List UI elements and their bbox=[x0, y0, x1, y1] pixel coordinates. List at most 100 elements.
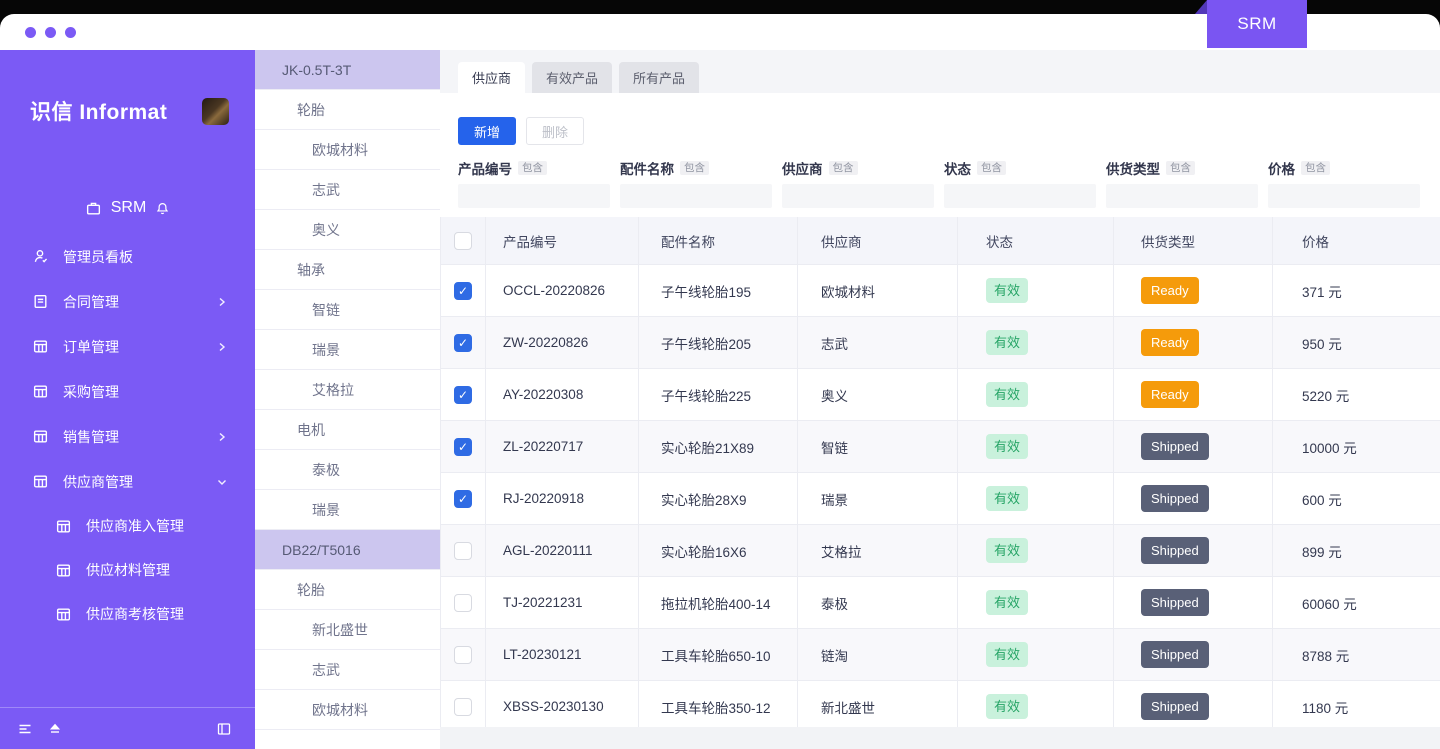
tree-item[interactable]: 欧城材料 bbox=[255, 130, 440, 170]
table-row[interactable]: TJ-20221231 拖拉机轮胎400-14 泰极 有效 Shipped 60… bbox=[441, 577, 1440, 629]
product-code-filter-input[interactable] bbox=[458, 184, 610, 208]
content-panel: 新增 删除 产品编号 包含 配件名称 包含 供应商 包含 状态 包含 供货类型 … bbox=[440, 93, 1440, 733]
tree-item[interactable]: 志武 bbox=[255, 650, 440, 690]
tree-item[interactable]: 瑞景 bbox=[255, 330, 440, 370]
tab-valid-products[interactable]: 有效产品 bbox=[532, 62, 613, 93]
row-checkbox[interactable]: ✓ bbox=[454, 437, 472, 456]
tree-item[interactable]: 新北盛世 bbox=[255, 610, 440, 650]
row-checkbox[interactable]: ✓ bbox=[454, 385, 472, 404]
sidebar-item-order-mgmt[interactable]: 订单管理 bbox=[0, 324, 255, 369]
window-dot-icon[interactable] bbox=[65, 27, 76, 38]
bell-icon[interactable] bbox=[155, 201, 170, 216]
product-code-cell: RJ-20220918 bbox=[486, 473, 639, 525]
filter-product-code: 产品编号 包含 bbox=[458, 159, 610, 208]
price-cell: 10000 元 bbox=[1273, 421, 1440, 473]
status-badge: 有效 bbox=[986, 486, 1029, 511]
table-row[interactable]: LT-20230121 工具车轮胎650-10 链淘 有效 Shipped 87… bbox=[441, 629, 1440, 681]
filter-supply-type: 供货类型 包含 bbox=[1106, 159, 1258, 208]
sidebar-item-purchase-mgmt[interactable]: 采购管理 bbox=[0, 369, 255, 414]
column-header: 配件名称 bbox=[639, 217, 798, 265]
window-dot-icon[interactable] bbox=[25, 27, 36, 38]
sidebar-item-sales-mgmt[interactable]: 销售管理 bbox=[0, 414, 255, 459]
row-checkbox[interactable] bbox=[454, 645, 472, 664]
product-code-cell: LT-20230121 bbox=[486, 629, 639, 681]
row-checkbox[interactable]: ✓ bbox=[454, 281, 472, 300]
filter-label: 产品编号 bbox=[458, 161, 512, 177]
tree-item[interactable]: DB22/T5016 bbox=[255, 530, 440, 570]
supplier-cell: 奥义 bbox=[798, 369, 958, 421]
tree-item[interactable]: 志武 bbox=[255, 170, 440, 210]
sidebar-item-supply-material-mgmt[interactable]: 供应材料管理 bbox=[0, 548, 255, 592]
supplier-cell: 欧城材料 bbox=[798, 265, 958, 317]
sidebar-footer bbox=[0, 707, 255, 749]
row-checkbox[interactable]: ✓ bbox=[454, 333, 472, 352]
window-dot-icon[interactable] bbox=[45, 27, 56, 38]
table-row[interactable]: ✓ RJ-20220918 实心轮胎28X9 瑞景 有效 Shipped 600… bbox=[441, 473, 1440, 525]
sidebar-item-contract-mgmt[interactable]: 合同管理 bbox=[0, 279, 255, 324]
tree-item[interactable]: 轴承 bbox=[255, 250, 440, 290]
menu-lines-icon[interactable] bbox=[17, 721, 33, 737]
sidebar-item-supplier-access-mgmt[interactable]: 供应商准入管理 bbox=[0, 504, 255, 548]
filter-row: 产品编号 包含 配件名称 包含 供应商 包含 状态 包含 供货类型 包含 价格 … bbox=[440, 145, 1440, 208]
table-row[interactable]: XBSS-20230130 工具车轮胎350-12 新北盛世 有效 Shippe… bbox=[441, 681, 1440, 733]
supply-type-filter-input[interactable] bbox=[1106, 184, 1258, 208]
sidebar-item-admin-board[interactable]: 管理员看板 bbox=[0, 234, 255, 279]
app-logo: 识信 Informat bbox=[30, 101, 168, 124]
tree-item[interactable]: 电机 bbox=[255, 410, 440, 450]
table-grid-icon bbox=[55, 562, 72, 579]
tab-all-products[interactable]: 所有产品 bbox=[619, 62, 700, 93]
sidebar-item-supplier-mgmt[interactable]: 供应商管理 bbox=[0, 459, 255, 504]
tree-item[interactable]: 轮胎 bbox=[255, 90, 440, 130]
eject-icon[interactable] bbox=[47, 721, 63, 737]
tree-item[interactable]: 奥义 bbox=[255, 210, 440, 250]
tree-item[interactable]: 欧城材料 bbox=[255, 690, 440, 730]
price-cell: 950 元 bbox=[1273, 317, 1440, 369]
category-tree: JK-0.5T-3T 轮胎 欧城材料 志武 奥义 轴承 智链 瑞景 艾格拉 电机… bbox=[255, 50, 440, 749]
table-row[interactable]: ✓ ZW-20220826 子午线轮胎205 志武 有效 Ready 950 元 bbox=[441, 317, 1440, 369]
price-cell: 899 元 bbox=[1273, 525, 1440, 577]
tree-item[interactable]: 泰极 bbox=[255, 450, 440, 490]
sidebar-item-label: 合同管理 bbox=[63, 293, 119, 310]
tree-item[interactable]: 轮胎 bbox=[255, 570, 440, 610]
status-filter-input[interactable] bbox=[944, 184, 1096, 208]
product-code-cell: OCCL-20220826 bbox=[486, 265, 639, 317]
sidebar-item-supplier-assessment-mgmt[interactable]: 供应商考核管理 bbox=[0, 592, 255, 636]
row-checkbox[interactable] bbox=[454, 541, 472, 560]
filter-op-chip: 包含 bbox=[828, 160, 858, 175]
tree-item[interactable]: 艾格拉 bbox=[255, 370, 440, 410]
supplier-filter-input[interactable] bbox=[782, 184, 934, 208]
part-name-cell: 子午线轮胎225 bbox=[639, 369, 798, 421]
supplier-cell: 泰极 bbox=[798, 577, 958, 629]
tree-item[interactable]: JK-0.5T-3T bbox=[255, 50, 440, 90]
supplier-cell: 志武 bbox=[798, 317, 958, 369]
supply-type-badge: Ready bbox=[1141, 329, 1199, 356]
supply-type-badge: Ready bbox=[1141, 277, 1199, 304]
tree-item[interactable]: 智链 bbox=[255, 290, 440, 330]
filter-op-chip: 包含 bbox=[1166, 160, 1195, 175]
part-name-filter-input[interactable] bbox=[620, 184, 772, 208]
tree-item[interactable]: 瑞景 bbox=[255, 490, 440, 530]
product-code-cell: TJ-20221231 bbox=[486, 577, 639, 629]
row-checkbox[interactable]: ✓ bbox=[454, 489, 472, 508]
table-row[interactable]: ✓ ZL-20220717 实心轮胎21X89 智链 有效 Shipped 10… bbox=[441, 421, 1440, 473]
filter-op-chip: 包含 bbox=[1301, 160, 1330, 175]
table-row[interactable]: AGL-20220111 实心轮胎16X6 艾格拉 有效 Shipped 899… bbox=[441, 525, 1440, 577]
delete-button[interactable]: 删除 bbox=[526, 117, 585, 145]
part-name-cell: 工具车轮胎650-10 bbox=[639, 629, 798, 681]
tab-supplier[interactable]: 供应商 bbox=[458, 62, 526, 93]
add-button[interactable]: 新增 bbox=[458, 117, 517, 145]
supplier-submenu: 供应商准入管理 供应材料管理 供应商考核管理 bbox=[0, 504, 255, 636]
sidebar-menu: 管理员看板 合同管理 订单管理 采购管理 销售管理 供应商管理 供应商准入管理 … bbox=[0, 234, 255, 636]
user-avatar[interactable] bbox=[202, 97, 229, 125]
collapse-panel-icon[interactable] bbox=[216, 721, 232, 737]
price-cell: 5220 元 bbox=[1273, 369, 1440, 421]
select-all-checkbox[interactable] bbox=[454, 231, 472, 250]
table-row[interactable]: ✓ AY-20220308 子午线轮胎225 奥义 有效 Ready 5220 … bbox=[441, 369, 1440, 421]
row-checkbox[interactable] bbox=[454, 593, 472, 612]
bottom-strip bbox=[440, 727, 1440, 749]
supplier-cell: 艾格拉 bbox=[798, 525, 958, 577]
price-filter-input[interactable] bbox=[1268, 184, 1420, 208]
row-checkbox[interactable] bbox=[454, 697, 472, 716]
table-row[interactable]: ✓ OCCL-20220826 子午线轮胎195 欧城材料 有效 Ready 3… bbox=[441, 265, 1440, 317]
supply-type-badge: Shipped bbox=[1141, 485, 1209, 512]
